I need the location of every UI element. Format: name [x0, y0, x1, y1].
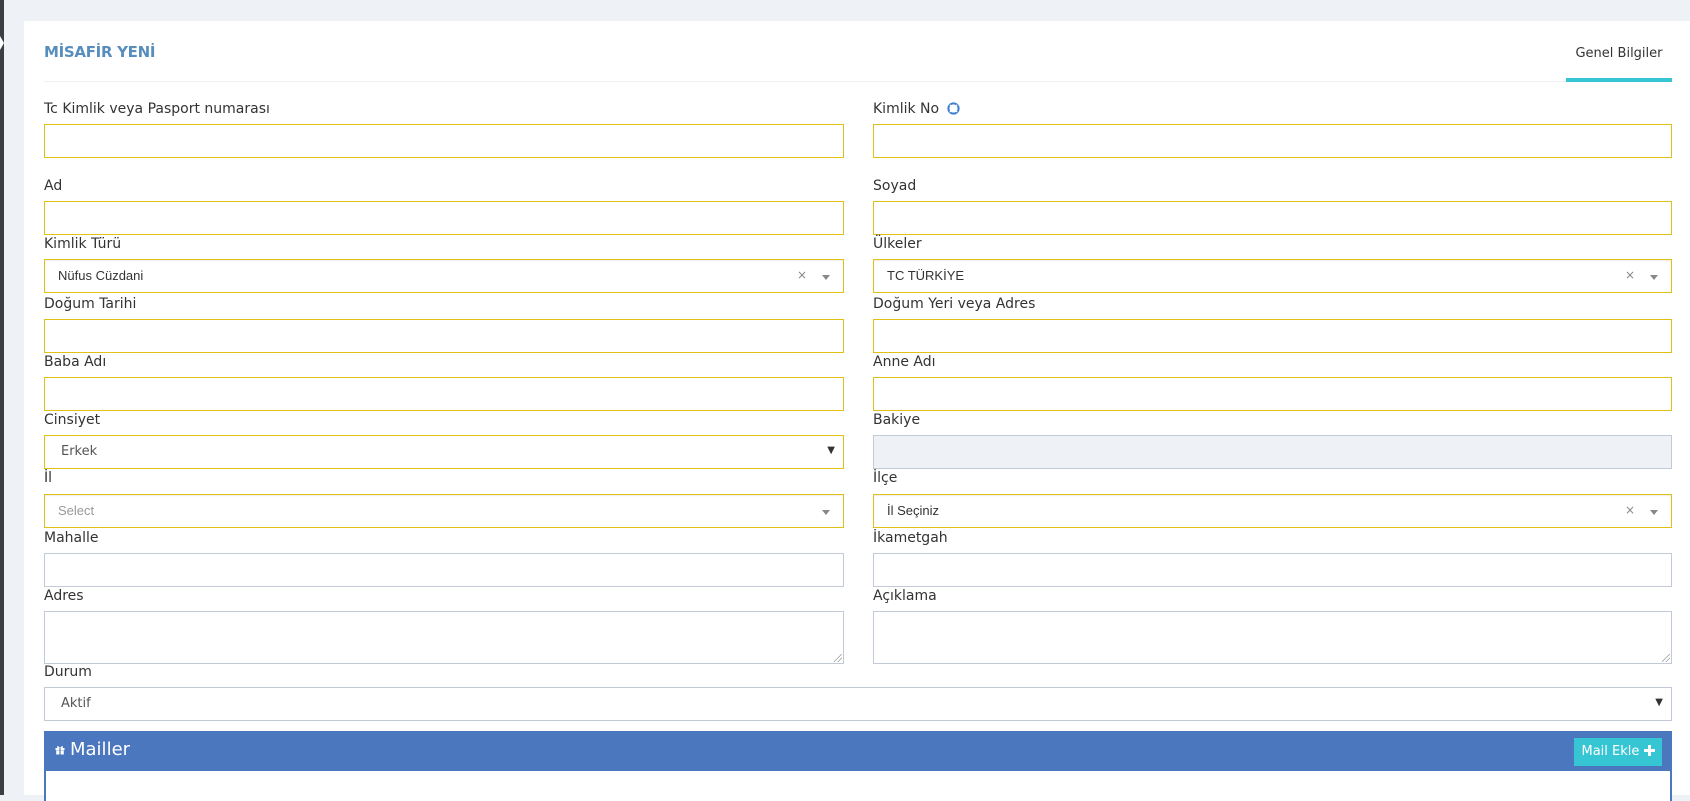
guest-form-card: MİSAFİR YENİ Genel Bilgiler Tc Kimlik ve…: [24, 21, 1690, 801]
dogum-yeri-label: Doğum Yeri veya Adres: [873, 296, 1036, 312]
kimlik-no-input[interactable]: [873, 124, 1672, 158]
il-label: İl: [44, 470, 53, 486]
page-title: MİSAFİR YENİ: [44, 43, 156, 61]
kimlik-no-label: Kimlik No: [873, 101, 940, 117]
mailler-title: Mailler: [70, 739, 131, 760]
ilce-label: İlçe: [873, 470, 898, 486]
clear-icon[interactable]: ×: [1625, 503, 1635, 517]
header-divider: [44, 81, 1672, 82]
tc-kimlik-label: Tc Kimlik veya Pasport numarası: [44, 101, 270, 117]
adres-textarea[interactable]: [44, 611, 844, 664]
gift-icon: [55, 746, 65, 755]
kimlik-turu-select[interactable]: Nüfus Cüzdani ×: [44, 259, 844, 293]
cinsiyet-label: Cinsiyet: [44, 412, 101, 428]
mahalle-label: Mahalle: [44, 530, 99, 546]
dogum-tarihi-input[interactable]: [44, 319, 844, 353]
ulkeler-value: TC TÜRKİYE: [887, 268, 965, 283]
mail-ekle-button[interactable]: Mail Ekle: [1574, 738, 1662, 766]
caret-down-icon[interactable]: ▼: [827, 445, 835, 456]
ikametgah-label: İkametgah: [873, 530, 948, 546]
ad-input[interactable]: [44, 201, 844, 235]
ilce-select[interactable]: İl Seçiniz ×: [873, 494, 1672, 528]
dogum-tarihi-label: Doğum Tarihi: [44, 296, 137, 312]
durum-label: Durum: [44, 664, 92, 680]
resize-handle[interactable]: [834, 654, 842, 662]
anne-adi-input[interactable]: [873, 377, 1672, 411]
mailler-panel-body: [44, 771, 1672, 801]
kimlik-no-label-wrap: Kimlik No: [873, 101, 960, 117]
adres-label: Adres: [44, 588, 84, 604]
chevron-down-icon[interactable]: [1650, 275, 1658, 280]
clear-icon[interactable]: ×: [1625, 268, 1635, 282]
sidebar-strip: [0, 0, 4, 795]
caret-down-icon[interactable]: ▼: [1655, 697, 1663, 708]
ad-label: Ad: [44, 178, 63, 194]
cinsiyet-select[interactable]: Erkek ▼: [44, 435, 844, 469]
kimlik-turu-value: Nüfus Cüzdani: [58, 268, 144, 283]
tab-genel-bilgiler[interactable]: Genel Bilgiler: [1566, 46, 1672, 82]
bakiye-label: Bakiye: [873, 412, 921, 428]
soyad-label: Soyad: [873, 178, 917, 194]
resize-handle[interactable]: [1662, 654, 1670, 662]
anne-adi-label: Anne Adı: [873, 354, 936, 370]
ulkeler-select[interactable]: TC TÜRKİYE ×: [873, 259, 1672, 293]
ilce-value: İl Seçiniz: [887, 503, 940, 518]
mailler-panel-header: Mailler Mail Ekle: [44, 731, 1672, 771]
bakiye-input: [873, 435, 1672, 469]
aciklama-label: Açıklama: [873, 588, 937, 604]
soyad-input[interactable]: [873, 201, 1672, 235]
active-tab-indicator: [1566, 78, 1672, 82]
ulkeler-label: Ülkeler: [873, 236, 922, 252]
durum-value: Aktif: [61, 696, 91, 711]
tc-kimlik-input[interactable]: [44, 124, 844, 158]
baba-adi-label: Baba Adı: [44, 354, 107, 370]
lifering-icon[interactable]: [946, 102, 960, 115]
durum-select[interactable]: Aktif ▼: [44, 687, 1672, 721]
plus-icon: [1643, 745, 1655, 756]
il-placeholder: Select: [58, 503, 95, 518]
mahalle-input[interactable]: [44, 553, 844, 587]
sidebar-toggle-notch[interactable]: [0, 36, 4, 50]
tab-label: Genel Bilgiler: [1575, 46, 1663, 61]
il-select[interactable]: Select: [44, 494, 844, 528]
aciklama-textarea[interactable]: [873, 611, 1672, 664]
baba-adi-input[interactable]: [44, 377, 844, 411]
chevron-down-icon[interactable]: [1650, 510, 1658, 515]
ikametgah-input[interactable]: [873, 553, 1672, 587]
chevron-down-icon[interactable]: [822, 275, 830, 280]
mail-ekle-label: Mail Ekle: [1581, 744, 1640, 759]
clear-icon[interactable]: ×: [797, 268, 807, 282]
kimlik-turu-label: Kimlik Türü: [44, 236, 122, 252]
cinsiyet-value: Erkek: [61, 444, 98, 459]
chevron-down-icon[interactable]: [822, 510, 830, 515]
dogum-yeri-input[interactable]: [873, 319, 1672, 353]
